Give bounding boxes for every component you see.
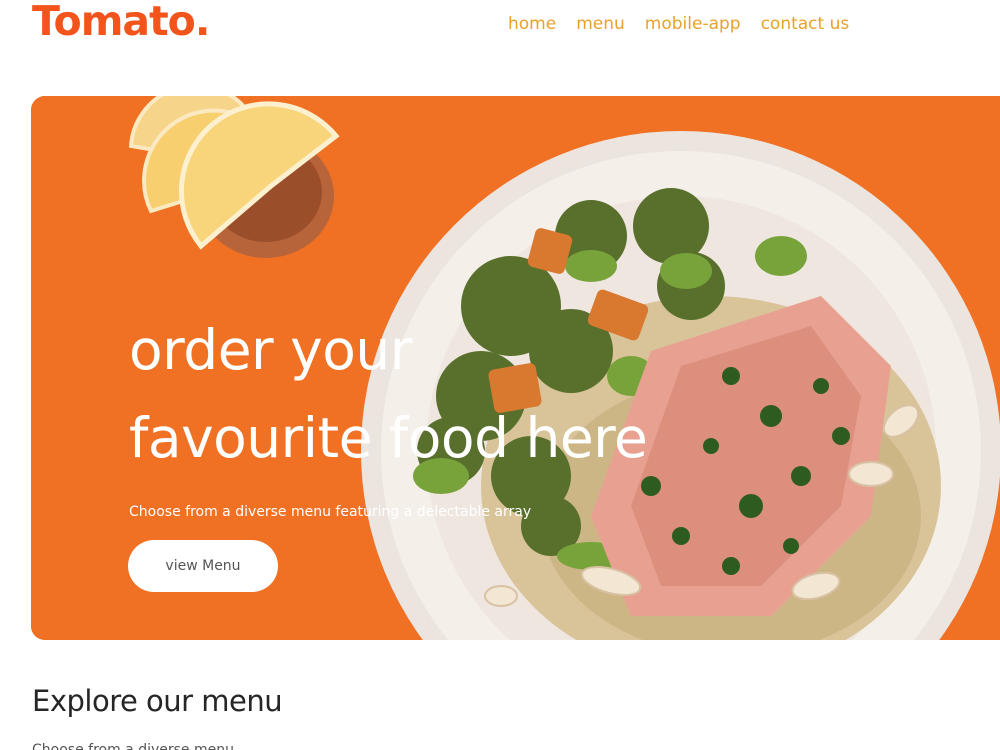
navbar: Tomato. home menu mobile-app contact us — [0, 0, 1000, 60]
explore-menu-title: Explore our menu — [32, 684, 283, 718]
brand-logo[interactable]: Tomato. — [32, 0, 210, 46]
nav-link-menu[interactable]: menu — [576, 12, 625, 36]
hero-banner: order your favourite food here Choose fr… — [31, 96, 1000, 640]
hero-title-line1: order your — [129, 318, 412, 382]
nav-link-mobile-app[interactable]: mobile-app — [645, 12, 741, 36]
explore-menu-subtitle: Choose from a diverse menu — [32, 742, 234, 750]
nav-menu: home menu mobile-app contact us — [508, 12, 849, 36]
hero-title-line2: favourite food here — [129, 406, 648, 470]
nav-link-home[interactable]: home — [508, 12, 556, 36]
hero-description: Choose from a diverse menu featuring a d… — [129, 504, 532, 520]
nav-link-contact-us[interactable]: contact us — [761, 12, 850, 36]
hero-title: order your favourite food here — [129, 306, 849, 482]
hero-content: order your favourite food here Choose fr… — [129, 306, 849, 522]
view-menu-button[interactable]: view Menu — [128, 540, 278, 592]
